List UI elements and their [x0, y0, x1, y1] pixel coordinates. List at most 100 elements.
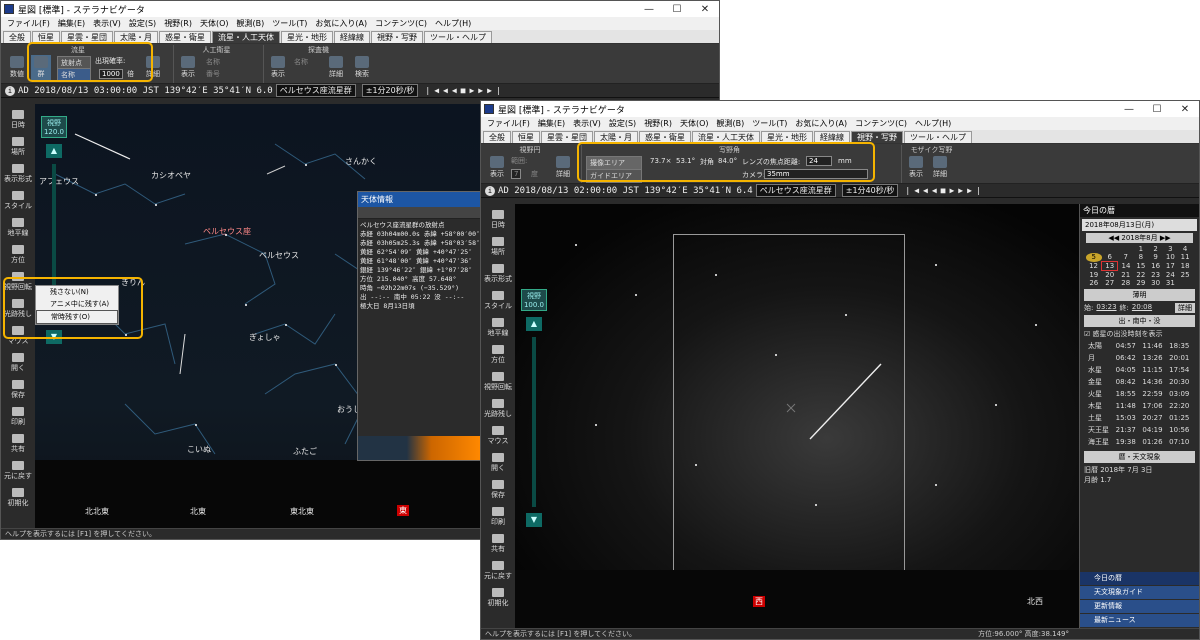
datetime-tool[interactable]: 日時 — [1, 110, 35, 130]
playback-controls[interactable]: |◀◀◀■▶▶▶| — [425, 86, 504, 95]
horizon-tool[interactable]: 地平線 — [481, 318, 515, 338]
display-format-tool[interactable]: 表示形式 — [1, 164, 35, 184]
zoom-down-button[interactable]: ▼ — [526, 513, 542, 527]
minimize-button[interactable]: — — [635, 4, 663, 15]
menu-favorites[interactable]: お気に入り(A) — [311, 18, 371, 29]
latitude[interactable]: 35°41′N — [693, 186, 731, 196]
twilight-detail-button[interactable]: 詳細 — [1175, 303, 1195, 313]
menu-observe[interactable]: 観測(B) — [713, 118, 749, 129]
tab-meteors[interactable]: 流星・人工天体 — [212, 31, 280, 43]
direction-tool[interactable]: 方位 — [1, 245, 35, 265]
count-button[interactable]: 数値 — [7, 55, 27, 81]
reset-tool[interactable]: 初期化 — [481, 588, 515, 608]
nav-news[interactable]: 最新ニュース — [1080, 614, 1199, 627]
menu-edit[interactable]: 編集(E) — [534, 118, 569, 129]
menu-tools[interactable]: ツール(T) — [748, 118, 791, 129]
display-format-tool[interactable]: 表示形式 — [481, 264, 515, 284]
satellite-number[interactable]: 番号 — [206, 69, 220, 79]
reset-tool[interactable]: 初期化 — [1, 488, 35, 508]
probe-detail-button[interactable]: 詳細 — [326, 55, 346, 81]
menu-observe[interactable]: 観測(B) — [233, 18, 269, 29]
menu-field[interactable]: 視野(R) — [640, 118, 676, 129]
fov-value[interactable]: 6.0 — [256, 86, 272, 96]
location-tool[interactable]: 場所 — [481, 237, 515, 257]
playback-controls[interactable]: |◀◀◀■▶▶▶| — [905, 186, 984, 195]
undo-tool[interactable]: 元に戻す — [481, 561, 515, 581]
datetime[interactable]: 2018/08/13 03:00:00 — [34, 86, 137, 96]
mouse-tool[interactable]: マウス — [481, 426, 515, 446]
calendar[interactable]: 1234 5 6 7 8 9 10 11 12 13 14 15 16 17 18 19 20 21 22 23… — [1086, 245, 1193, 287]
info-toolbar[interactable] — [358, 207, 480, 219]
target-select[interactable]: ペルセウス座流星群 — [755, 184, 836, 197]
open-tool[interactable]: 開く — [1, 353, 35, 373]
location-tool[interactable]: 場所 — [1, 137, 35, 157]
menu-settings[interactable]: 設定(S) — [125, 18, 160, 29]
datetime-tool[interactable]: 日時 — [481, 210, 515, 230]
latitude[interactable]: 35°41′N — [213, 86, 251, 96]
menu-object[interactable]: 天体(O) — [676, 118, 713, 129]
menu-favorites[interactable]: お気に入り(A) — [791, 118, 851, 129]
fov-show-button[interactable]: 表示 — [487, 155, 507, 181]
zoom-slider[interactable] — [532, 337, 536, 507]
satellite-name[interactable]: 名称 — [206, 57, 220, 67]
zoom-up-button[interactable]: ▲ — [46, 144, 62, 158]
close-button[interactable]: ✕ — [691, 4, 719, 15]
fov-value[interactable]: 6.4 — [736, 186, 752, 196]
menu-settings[interactable]: 設定(S) — [605, 118, 640, 129]
minimize-button[interactable]: — — [1115, 104, 1143, 115]
mosaic-detail-button[interactable]: 詳細 — [930, 155, 950, 181]
menu-object[interactable]: 天体(O) — [196, 18, 233, 29]
rotation-tool[interactable]: 視野回転 — [481, 372, 515, 392]
print-tool[interactable]: 印刷 — [1, 407, 35, 427]
fov-detail-button[interactable]: 詳細 — [553, 155, 573, 181]
mosaic-show-button[interactable]: 表示 — [906, 155, 926, 181]
menu-view[interactable]: 表示(V) — [569, 118, 605, 129]
panel-date[interactable]: 2018年08月13日(月) — [1082, 219, 1197, 231]
tab-fov[interactable]: 視野・写野 — [371, 31, 423, 43]
satellite-show-button[interactable]: 表示 — [178, 55, 198, 81]
longitude[interactable]: 139°42′E — [164, 86, 207, 96]
horizon-tool[interactable]: 地平線 — [1, 218, 35, 238]
target-select[interactable]: ペルセウス座流星群 — [275, 84, 356, 97]
tab-tools[interactable]: ツール・ヘルプ — [424, 31, 492, 43]
undo-tool[interactable]: 元に戻す — [1, 461, 35, 481]
menu-edit[interactable]: 編集(E) — [54, 18, 89, 29]
tab-grid[interactable]: 経緯線 — [334, 31, 370, 43]
maximize-button[interactable]: ☐ — [1143, 104, 1171, 115]
longitude[interactable]: 139°42′E — [644, 186, 687, 196]
menu-help[interactable]: ヘルプ(H) — [431, 18, 475, 29]
range-input[interactable]: 7 — [511, 169, 522, 179]
tab-tools[interactable]: ツール・ヘルプ — [904, 131, 972, 143]
menu-help[interactable]: ヘルプ(H) — [911, 118, 955, 129]
style-tool[interactable]: スタイル — [1, 191, 35, 211]
planet-checkbox[interactable]: ☑ 惑星の出没時刻を表示 — [1080, 329, 1199, 339]
direction-tool[interactable]: 方位 — [481, 345, 515, 365]
probe-show-button[interactable]: 表示 — [268, 55, 288, 81]
probe-name[interactable]: 名称 — [294, 57, 308, 67]
info-icon[interactable]: i — [5, 85, 15, 96]
speed-select[interactable]: ±1分20秒/秒 — [361, 84, 419, 97]
menu-file[interactable]: ファイル(F) — [483, 118, 534, 129]
search-button[interactable]: 検索 — [352, 55, 372, 81]
tab-stars[interactable]: 恒星 — [512, 131, 540, 143]
tab-planets[interactable]: 惑星・衛星 — [159, 31, 211, 43]
tab-general[interactable]: 全般 — [483, 131, 511, 143]
open-tool[interactable]: 開く — [481, 453, 515, 473]
style-tool[interactable]: スタイル — [481, 291, 515, 311]
trail-tool[interactable]: 光跡残し — [481, 399, 515, 419]
tab-general[interactable]: 全般 — [3, 31, 31, 43]
nav-today[interactable]: 今日の暦 — [1080, 572, 1199, 585]
share-tool[interactable]: 共有 — [481, 534, 515, 554]
speed-select[interactable]: ±1分40秒/秒 — [841, 184, 899, 197]
menu-tools[interactable]: ツール(T) — [268, 18, 311, 29]
save-tool[interactable]: 保存 — [1, 380, 35, 400]
tab-landscape[interactable]: 星光・地形 — [281, 31, 333, 43]
close-button[interactable]: ✕ — [1171, 104, 1199, 115]
zoom-up-button[interactable]: ▲ — [526, 317, 542, 331]
info-icon[interactable]: i — [485, 185, 495, 196]
menu-contents[interactable]: コンテンツ(C) — [851, 118, 911, 129]
menu-view[interactable]: 表示(V) — [89, 18, 125, 29]
menu-field[interactable]: 視野(R) — [160, 18, 196, 29]
star-map[interactable]: 西 北西 — [515, 204, 1081, 630]
nav-guide[interactable]: 天文現象ガイド — [1080, 586, 1199, 599]
